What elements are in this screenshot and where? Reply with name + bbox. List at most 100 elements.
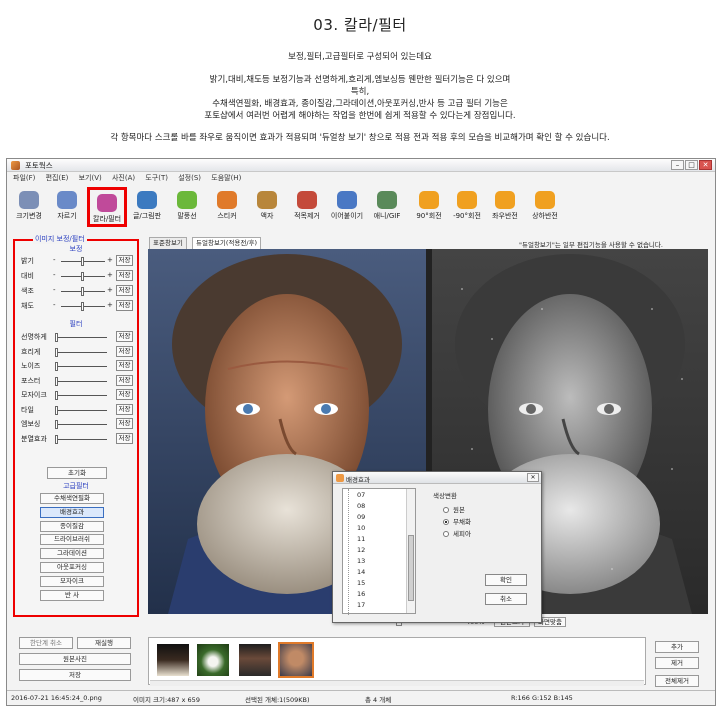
menu-settings[interactable]: 설정(S) xyxy=(178,174,201,182)
color-option-radio[interactable]: 세피아 xyxy=(443,528,471,538)
undo-button[interactable]: 한단계 취소 xyxy=(19,637,73,649)
thumbnail[interactable] xyxy=(157,644,189,676)
reset-button[interactable]: 초기화 xyxy=(47,467,107,479)
toolbar-button-6[interactable]: 액자 xyxy=(247,187,287,227)
slider-track[interactable] xyxy=(57,438,107,440)
cancel-button[interactable]: 취소 xyxy=(485,593,527,605)
dialog-titlebar[interactable]: 배경효과 ✕ xyxy=(333,472,541,484)
advanced-filter-button[interactable]: 반 사 xyxy=(40,589,104,601)
effect-list-item[interactable]: 08 xyxy=(357,501,365,511)
slider-knob[interactable] xyxy=(55,420,58,429)
effect-list[interactable]: 07 08 09 10 11 12 13 14 15 16 17 xyxy=(342,488,416,615)
minimize-button[interactable]: – xyxy=(671,160,684,170)
menu-help[interactable]: 도움말(H) xyxy=(211,174,241,182)
save-filter-button[interactable]: 저장 xyxy=(116,432,133,444)
effect-list-item[interactable]: 15 xyxy=(357,578,365,588)
slider-knob[interactable] xyxy=(81,287,84,296)
add-button[interactable]: 추가 xyxy=(655,641,699,653)
slider-track[interactable] xyxy=(57,409,107,411)
remove-button[interactable]: 제거 xyxy=(655,657,699,669)
save-filter-button[interactable]: 저장 xyxy=(116,360,133,371)
slider-track[interactable] xyxy=(57,351,107,353)
slider-track[interactable] xyxy=(57,424,107,425)
save-button[interactable]: 저장 xyxy=(19,669,131,681)
slider-knob[interactable] xyxy=(55,391,58,400)
effect-list-item[interactable]: 10 xyxy=(357,523,365,533)
effect-list-item[interactable]: 16 xyxy=(357,589,365,599)
slider-knob[interactable] xyxy=(81,302,84,311)
effect-list-item[interactable]: 13 xyxy=(357,556,365,566)
toolbar-button-0[interactable]: 크기변경 xyxy=(9,187,49,227)
slider-knob[interactable] xyxy=(81,257,84,266)
advanced-filter-button[interactable]: 종이질감 xyxy=(40,520,104,532)
slider-track[interactable] xyxy=(57,337,107,338)
ok-button[interactable]: 확인 xyxy=(485,574,527,586)
slider-knob[interactable] xyxy=(55,333,58,342)
slider-track[interactable] xyxy=(57,380,107,382)
effect-list-item[interactable]: 09 xyxy=(357,512,365,522)
save-filter-button[interactable]: 저장 xyxy=(116,345,133,357)
toolbar-button-1[interactable]: 자르기 xyxy=(47,187,87,227)
thumbnail[interactable] xyxy=(239,644,271,676)
toolbar-button-13[interactable]: 상하반전 xyxy=(525,187,565,227)
toolbar-button-7[interactable]: 적목제거 xyxy=(287,187,327,227)
toolbar-button-12[interactable]: 좌우반전 xyxy=(485,187,525,227)
slider-knob[interactable] xyxy=(81,272,84,281)
save-filter-button[interactable]: 저장 xyxy=(116,300,133,311)
save-filter-button[interactable]: 저장 xyxy=(116,331,133,342)
remove-all-button[interactable]: 전체제거 xyxy=(655,675,699,687)
menu-tools[interactable]: 도구(T) xyxy=(145,174,168,182)
color-option-radio[interactable]: 원본 xyxy=(443,504,465,514)
close-button[interactable]: ✕ xyxy=(699,160,712,170)
effect-list-item[interactable]: 17 xyxy=(357,600,365,610)
tab-dual-view[interactable]: 듀얼창보기(적용전/후) xyxy=(192,237,262,249)
advanced-filter-button[interactable]: 그라데이션 xyxy=(40,548,104,560)
effect-list-scrollbar[interactable] xyxy=(406,489,415,613)
slider-knob[interactable] xyxy=(55,434,58,444)
slider-knob[interactable] xyxy=(55,376,58,386)
toolbar-button-3[interactable]: 글/그림판 xyxy=(127,187,167,227)
thumbnail-scrollbar[interactable] xyxy=(150,680,644,686)
save-filter-button[interactable]: 저장 xyxy=(116,403,133,415)
effect-list-item[interactable]: 12 xyxy=(357,545,365,555)
toolbar-button-2[interactable]: 칼라/필터 xyxy=(87,187,127,227)
advanced-filter-button[interactable]: 아웃포커싱 xyxy=(40,562,104,573)
advanced-filter-button[interactable]: 수채색연필화 xyxy=(40,493,104,504)
menu-file[interactable]: 파일(F) xyxy=(13,174,35,182)
toolbar-button-10[interactable]: 90°회전 xyxy=(409,187,449,227)
redo-button[interactable]: 재실행 xyxy=(77,637,131,649)
save-filter-button[interactable]: 저장 xyxy=(116,255,133,266)
save-filter-button[interactable]: 저장 xyxy=(116,374,133,386)
save-filter-button[interactable]: 저장 xyxy=(116,285,133,296)
menu-view[interactable]: 보기(V) xyxy=(79,174,102,182)
slider-knob[interactable] xyxy=(55,362,58,371)
effect-list-item[interactable]: 11 xyxy=(357,534,365,544)
toolbar-button-5[interactable]: 스티커 xyxy=(207,187,247,227)
slider-knob[interactable] xyxy=(55,405,58,415)
scroll-thumb[interactable] xyxy=(408,535,414,601)
color-option-radio[interactable]: 무채화 xyxy=(443,516,471,526)
save-filter-button[interactable]: 저장 xyxy=(116,389,133,400)
menu-edit[interactable]: 편집(E) xyxy=(46,174,69,182)
effect-list-item[interactable]: 07 xyxy=(357,490,365,500)
dialog-close-button[interactable]: ✕ xyxy=(527,473,539,482)
effect-list-item[interactable]: 14 xyxy=(357,567,365,577)
slider-knob[interactable] xyxy=(55,347,58,357)
save-filter-button[interactable]: 저장 xyxy=(116,270,133,281)
save-filter-button[interactable]: 저장 xyxy=(116,418,133,429)
window-titlebar[interactable]: 포토웍스 – □ ✕ xyxy=(7,159,715,172)
slider-track[interactable] xyxy=(57,366,107,367)
thumbnail-selected[interactable] xyxy=(278,642,314,678)
menu-photo[interactable]: 사진(A) xyxy=(112,174,135,182)
advanced-filter-button[interactable]: 배경효과 xyxy=(40,506,104,518)
slider-track[interactable] xyxy=(57,395,107,396)
advanced-filter-button[interactable]: 드라이브러쉬 xyxy=(40,534,104,546)
toolbar-button-11[interactable]: -90°회전 xyxy=(447,187,487,227)
thumbnail[interactable] xyxy=(197,644,229,676)
toolbar-button-9[interactable]: 애니/GIF xyxy=(367,187,407,227)
toolbar-button-4[interactable]: 말풍선 xyxy=(167,187,207,227)
toolbar-button-8[interactable]: 이어붙이기 xyxy=(327,187,367,227)
advanced-filter-button[interactable]: 모자이크 xyxy=(40,575,104,587)
maximize-button[interactable]: □ xyxy=(685,160,698,170)
tab-standard-view[interactable]: 표준창보기 xyxy=(149,237,187,249)
